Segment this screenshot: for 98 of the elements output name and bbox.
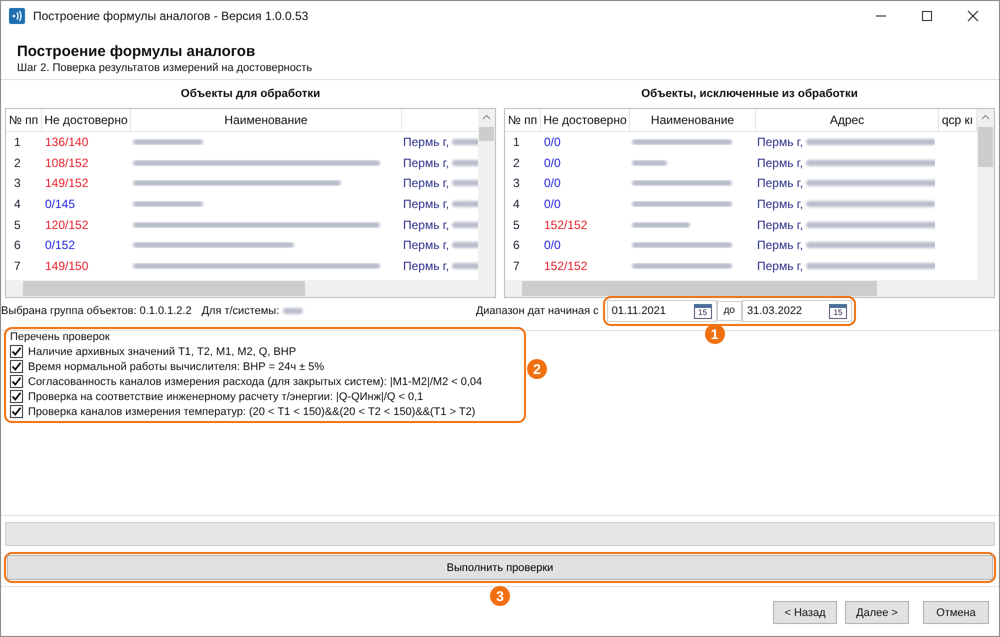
table-cell-text: 3 xyxy=(512,176,521,190)
date-picker[interactable]: 01.11.2021 15 xyxy=(606,300,717,322)
panel-title: Объекты для обработки xyxy=(180,87,322,102)
table-cell-text: 1 xyxy=(13,135,22,150)
column-header[interactable]: № пп xyxy=(505,109,541,131)
table-cell-text: 7 xyxy=(13,258,22,273)
table-cell-text: 2 xyxy=(512,156,521,170)
table-cell-text: 4 xyxy=(512,197,521,212)
scroll-up-icon[interactable] xyxy=(981,114,990,120)
table-cell-text: 0/152 xyxy=(44,238,76,252)
table-cell: Пермь г, xyxy=(403,176,450,190)
table-cell-text: 136/140 xyxy=(44,135,90,150)
checkbox[interactable] xyxy=(10,375,23,388)
table-cell-text: 5 xyxy=(13,218,22,232)
check-option[interactable]: Проверка каналов измерения температур: (20 < T1 < 150)&&(20 < T2 < 150)&&(T1 > T2) xyxy=(10,404,520,419)
checkbox[interactable] xyxy=(10,345,23,358)
table-cell-text: 149/152 xyxy=(44,176,90,190)
blurred-text xyxy=(133,139,203,146)
run-checks-button[interactable]: Выполнить проверки xyxy=(7,555,993,580)
table-cell-text: 0/145 xyxy=(44,197,76,212)
table-cell-text: 4 xyxy=(13,197,22,212)
table-cell: Пермь г, xyxy=(757,258,804,273)
nav-button[interactable]: Далее > xyxy=(845,601,909,624)
calendar-icon[interactable]: 15 xyxy=(829,304,847,318)
date-range-label: Диапазон дат начиная с xyxy=(476,305,599,317)
app-icon xyxy=(9,8,25,24)
column-header[interactable]: Не достоверно xyxy=(541,109,630,131)
maximize-icon[interactable] xyxy=(921,10,933,22)
table-cell-text: 1 xyxy=(512,135,521,150)
table-cell-text: 2 xyxy=(13,156,22,170)
group-label: Выбрана группа объектов: 0.1.0.1.2.2 xyxy=(1,305,192,317)
checkbox[interactable] xyxy=(10,390,23,403)
table-cell: Пермь г, xyxy=(403,197,450,212)
window-title: Построение формулы аналогов - Версия 1.0.0.53 xyxy=(33,9,308,23)
callout-badge: 2 xyxy=(527,359,547,379)
date-separator: до xyxy=(716,301,742,321)
table-cell-text: 0/0 xyxy=(543,156,562,170)
table-cell: Пермь г, xyxy=(403,258,450,273)
table-cell-text: 0/0 xyxy=(543,238,562,252)
table-cell-text: 6 xyxy=(13,238,22,252)
column-header[interactable]: Не достоверно xyxy=(42,109,131,131)
blurred-text xyxy=(133,201,203,208)
system-label: Для т/системы: xyxy=(202,305,280,317)
scroll-thumb[interactable] xyxy=(522,281,877,296)
step-subtitle: Шаг 2. Поверка результатов измерений на достоверность xyxy=(17,62,314,74)
table-cell-text: 149/150 xyxy=(44,258,90,273)
table-cell-text: 108/152 xyxy=(44,156,90,170)
checkbox[interactable] xyxy=(10,405,23,418)
check-option[interactable]: Согласованность каналов измерения расхода (для закрытых систем): |M1-M2|/M2 < 0,04 xyxy=(10,374,520,389)
table-cell-text: 152/152 xyxy=(543,218,588,232)
blurred-text xyxy=(632,222,690,228)
blurred-text xyxy=(283,308,304,314)
panel-title: Объекты, исключенные из обработки xyxy=(640,87,859,102)
table-cell: Пермь г, xyxy=(757,218,804,232)
table-cell-text: 3 xyxy=(13,176,22,190)
scroll-thumb[interactable] xyxy=(479,127,494,141)
table-cell: Пермь г, xyxy=(403,218,450,232)
table-cell: Пермь г, xyxy=(403,135,450,150)
vertical-scrollbar[interactable] xyxy=(478,109,495,280)
checkbox[interactable] xyxy=(10,360,23,373)
column-header[interactable]: Наименование xyxy=(131,109,402,131)
page-title: Построение формулы аналогов xyxy=(17,43,256,60)
calendar-icon[interactable]: 15 xyxy=(694,304,712,318)
table-cell: Пермь г, xyxy=(757,197,804,212)
table-cell: Пермь г, xyxy=(757,156,804,170)
check-option[interactable]: Время нормальной работы вычислителя: ВНР = 24ч ± 5% xyxy=(10,359,520,374)
check-option[interactable]: Проверка на соответствие инженерному расчету т/энергии: |Q-QИнж|/Q < 0,1 xyxy=(10,389,520,404)
table-cell: Пермь г, xyxy=(403,238,450,252)
table-cell-text: 0/0 xyxy=(543,176,562,190)
callout-badge: 1 xyxy=(704,324,725,344)
column-header[interactable]: Наименование xyxy=(630,109,756,131)
callout-badge: 3 xyxy=(490,586,510,606)
table-cell: Пермь г, xyxy=(757,135,804,150)
scroll-thumb[interactable] xyxy=(978,127,993,167)
nav-button[interactable]: < Назад xyxy=(773,601,837,624)
blurred-text xyxy=(632,160,668,166)
table-cell-text: 6 xyxy=(512,238,521,252)
group-title: Перечень проверок xyxy=(10,331,111,343)
column-header[interactable]: № пп xyxy=(6,109,42,131)
horizontal-scrollbar[interactable] xyxy=(6,280,495,297)
close-icon[interactable] xyxy=(967,10,979,22)
table-cell-text: 0/0 xyxy=(543,197,562,212)
nav-button[interactable]: Отмена xyxy=(923,601,989,624)
table-cell: Пермь г, xyxy=(757,176,804,190)
scroll-up-icon[interactable] xyxy=(482,114,491,120)
table-cell: Пермь г, xyxy=(403,156,450,170)
check-option[interactable]: Наличие архивных значений Т1, Т2, М1, М2, Q, ВНР xyxy=(10,344,520,359)
table-cell-text: 5 xyxy=(512,218,521,232)
table-cell-text: 0/0 xyxy=(543,135,562,150)
table-cell-text: 7 xyxy=(512,258,521,273)
column-header[interactable]: Адрес xyxy=(756,109,939,131)
table-cell: Пермь г, xyxy=(757,238,804,252)
scroll-thumb[interactable] xyxy=(23,281,306,296)
table-cell-text: 152/152 xyxy=(543,258,588,273)
vertical-scrollbar[interactable] xyxy=(977,109,994,280)
horizontal-scrollbar[interactable] xyxy=(505,280,994,297)
table-cell-text: 120/152 xyxy=(44,218,90,232)
date-picker[interactable]: 31.03.2022 15 xyxy=(742,300,852,322)
